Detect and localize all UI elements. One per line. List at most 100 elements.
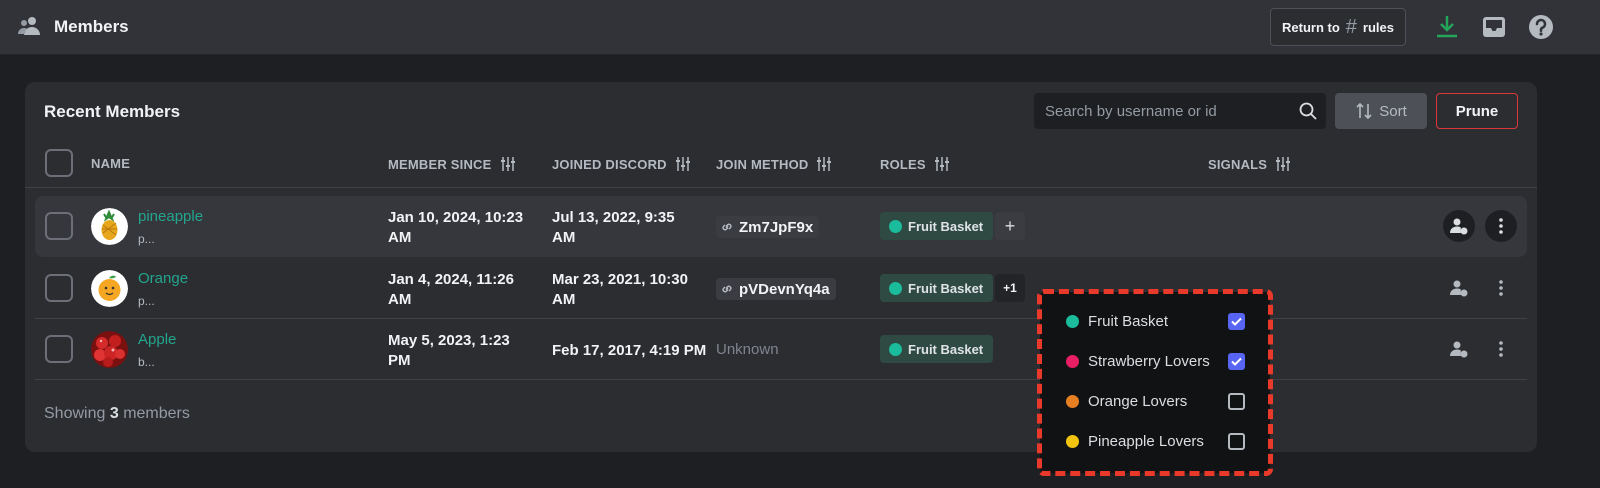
joined-discord-date: Feb 17, 2017, 4:19 PM [552,342,707,359]
column-name-label: NAME [91,156,131,171]
join-method-unknown: Unknown [716,341,779,358]
members-card: Recent Members Sort Prune NAME MEMBER SI… [25,82,1537,452]
help-icon[interactable] [1527,13,1555,41]
check-icon [1231,317,1242,326]
filter-icon[interactable] [1275,156,1291,172]
member-since-date: Jan 4, 2024, 11:26 [388,271,514,288]
more-options-button[interactable] [1485,272,1517,304]
sort-label: Sort [1379,102,1407,120]
column-header-join-method[interactable]: JOIN METHOD [716,156,832,172]
user-profile-button[interactable] [1443,272,1475,304]
search-box[interactable] [1034,93,1326,129]
column-roles-label: ROLES [880,156,926,172]
role-name: Fruit Basket [908,341,984,357]
role-checkbox-unchecked[interactable] [1228,433,1245,450]
role-color-dot [1066,395,1079,408]
prune-label: Prune [1455,102,1499,120]
member-since-ampm: AM [388,291,412,308]
role-option-label: Fruit Basket [1088,313,1169,330]
search-input[interactable] [1034,93,1294,129]
column-member-since-label: MEMBER SINCE [388,156,492,172]
joined-discord-date: Mar 23, 2021, 10:30 [552,271,688,288]
plus-icon: + [1004,215,1016,236]
top-bar: Members Return to # rules [0,0,1600,55]
column-join-method-label: JOIN METHOD [716,156,809,172]
column-header-signals[interactable]: SIGNALS [1208,156,1291,172]
footer-count: 3 [109,405,119,422]
user-subtext: p... [138,294,155,308]
return-label: Return to [1282,19,1340,35]
user-profile-button[interactable] [1443,210,1475,242]
role-option-fruit-basket[interactable]: Fruit Basket [1040,302,1270,342]
role-checkbox-checked[interactable] [1228,353,1245,370]
filter-icon[interactable] [934,156,950,172]
return-to-channel-button[interactable]: Return to # rules [1270,8,1406,46]
role-option-strawberry-lovers[interactable]: Strawberry Lovers [1040,342,1270,382]
more-vertical-icon [1499,341,1503,357]
role-pill[interactable]: Fruit Basket [880,212,994,240]
prune-button[interactable]: Prune [1436,93,1518,129]
column-header-joined-discord[interactable]: JOINED DISCORD [552,156,691,172]
row-divider [35,379,1527,380]
table-row[interactable]: Apple b... May 5, 2023, 1:23 PM Feb 17, … [35,319,1527,380]
more-vertical-icon [1499,218,1503,234]
avatar[interactable] [91,331,128,368]
invite-code: pVDevnYq4a [739,280,830,298]
user-shield-icon [1450,341,1468,358]
role-dropdown: Fruit Basket Strawberry Lovers Orange Lo… [1037,289,1273,476]
sort-button[interactable]: Sort [1335,93,1427,129]
role-checkbox-checked[interactable] [1228,313,1245,330]
column-header-roles[interactable]: ROLES [880,156,950,172]
invite-code-badge[interactable]: Zm7JpF9x [716,216,820,238]
role-color-dot [889,219,902,233]
more-vertical-icon [1499,280,1503,296]
table-row[interactable]: Orange p... Jan 4, 2024, 11:26 AM Mar 23… [35,258,1527,319]
column-header-member-since[interactable]: MEMBER SINCE [388,156,516,172]
user-subtext: p... [138,232,155,246]
role-option-pineapple-lovers[interactable]: Pineapple Lovers [1040,422,1270,462]
avatar[interactable] [91,270,128,307]
username[interactable]: Orange [138,270,188,287]
footer-prefix: Showing [44,405,106,422]
member-since-date: Jan 10, 2024, 10:23 [388,209,524,226]
download-icon[interactable] [1433,13,1461,41]
return-channel-name: rules [1362,19,1394,35]
role-checkbox-unchecked[interactable] [1228,393,1245,410]
column-header-name[interactable]: NAME [91,156,130,171]
member-since-ampm: AM [388,229,412,246]
role-pill[interactable]: Fruit Basket [880,274,994,302]
username[interactable]: pineapple [138,208,203,225]
role-option-label: Orange Lovers [1088,393,1188,410]
user-shield-icon [1450,280,1468,297]
more-roles-button[interactable]: +1 [995,274,1025,302]
row-checkbox[interactable] [45,274,73,302]
table-row[interactable]: pineapple p... Jan 10, 2024, 10:23 AM Ju… [35,196,1527,257]
link-icon [722,223,732,231]
column-signals-label: SIGNALS [1208,156,1268,172]
column-joined-discord-label: JOINED DISCORD [552,156,667,172]
user-subtext: b... [138,355,155,369]
invite-code-badge[interactable]: pVDevnYq4a [716,278,836,300]
link-icon [722,285,732,293]
filter-icon[interactable] [816,156,832,172]
username[interactable]: Apple [138,331,176,348]
row-checkbox[interactable] [45,212,73,240]
filter-icon[interactable] [675,156,691,172]
member-since-date: May 5, 2023, 1:23 [388,332,510,349]
role-option-label: Strawberry Lovers [1088,353,1210,370]
avatar[interactable] [91,208,128,245]
more-options-button[interactable] [1485,333,1517,365]
more-options-button[interactable] [1485,210,1517,242]
add-role-button[interactable]: + [995,212,1025,240]
role-option-orange-lovers[interactable]: Orange Lovers [1040,382,1270,422]
role-option-label: Pineapple Lovers [1088,433,1204,450]
role-color-dot [1066,355,1079,368]
row-checkbox[interactable] [45,335,73,363]
inbox-icon[interactable] [1480,13,1508,41]
role-pill[interactable]: Fruit Basket [880,335,994,363]
hash-icon: # [1345,15,1357,38]
filter-icon[interactable] [500,156,516,172]
user-profile-button[interactable] [1443,333,1475,365]
role-color-dot [1066,315,1079,328]
select-all-checkbox[interactable] [45,149,73,177]
